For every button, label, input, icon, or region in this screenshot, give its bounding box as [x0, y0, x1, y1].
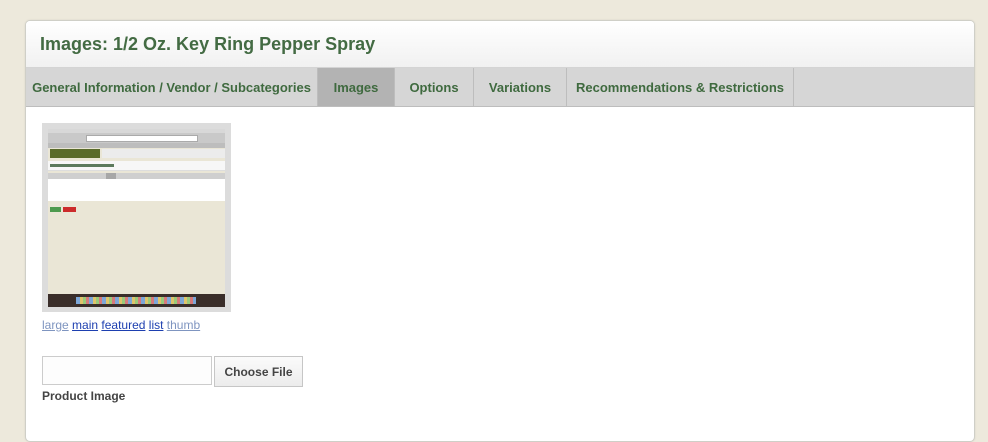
product-images-panel: Images: 1/2 Oz. Key Ring Pepper Spray Ge… [25, 20, 975, 442]
tab-variations[interactable]: Variations [474, 68, 567, 106]
product-image-label: Product Image [42, 389, 126, 403]
link-thumb[interactable]: thumb [167, 318, 200, 332]
product-image-preview[interactable] [42, 123, 231, 312]
tab-images[interactable]: Images [318, 68, 395, 106]
tab-options[interactable]: Options [395, 68, 474, 106]
file-upload-row: Choose File [42, 356, 303, 387]
link-featured[interactable]: featured [101, 318, 145, 332]
file-name-field[interactable] [42, 356, 212, 385]
panel-header: Images: 1/2 Oz. Key Ring Pepper Spray [26, 21, 974, 68]
choose-file-button[interactable]: Choose File [214, 356, 303, 387]
product-image-screenshot [48, 129, 225, 307]
link-main[interactable]: main [72, 318, 98, 332]
link-list[interactable]: list [149, 318, 164, 332]
tab-bar: General Information / Vendor / Subcatego… [26, 68, 974, 107]
tab-recommendations-restrictions[interactable]: Recommendations & Restrictions [567, 68, 794, 106]
page-title: Images: 1/2 Oz. Key Ring Pepper Spray [40, 33, 376, 54]
link-large[interactable]: large [42, 318, 69, 332]
image-size-links: large main featured list thumb [42, 318, 200, 332]
tab-general-information[interactable]: General Information / Vendor / Subcatego… [26, 68, 318, 106]
